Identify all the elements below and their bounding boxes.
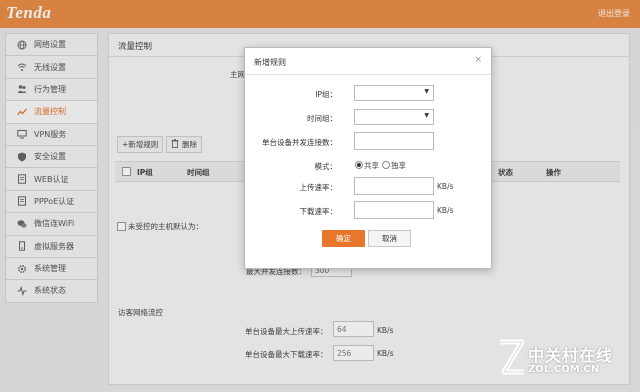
mode-shared-radio[interactable] bbox=[355, 161, 363, 169]
ip-group-select[interactable]: ▼ bbox=[354, 85, 434, 101]
dialog-title: 新增规则 bbox=[254, 58, 286, 67]
mode-exclusive-label: 独享 bbox=[391, 161, 406, 170]
time-group-label: 时间组： bbox=[307, 114, 337, 123]
max-conn-label: 单台设备并发连接数： bbox=[262, 138, 337, 147]
watermark-line2: ZOL.COM.CN bbox=[528, 364, 600, 375]
close-icon[interactable]: × bbox=[474, 55, 482, 65]
mode-label: 模式： bbox=[314, 162, 338, 171]
upload-unit-label: KB/s bbox=[437, 182, 454, 191]
zol-logo-icon bbox=[496, 338, 526, 380]
mode-exclusive-radio[interactable] bbox=[382, 161, 390, 169]
confirm-button[interactable]: 确定 bbox=[322, 230, 365, 247]
dialog-divider bbox=[245, 74, 491, 75]
caret-down-icon: ▼ bbox=[424, 88, 429, 95]
cancel-button[interactable]: 取消 bbox=[368, 230, 411, 247]
mode-shared-label: 共享 bbox=[364, 161, 379, 170]
download-rate-input[interactable] bbox=[354, 201, 434, 219]
upload-rate-label: 上传速率： bbox=[299, 183, 338, 192]
time-group-select[interactable]: ▼ bbox=[354, 109, 434, 125]
max-conn-input[interactable] bbox=[354, 132, 434, 150]
zol-watermark: 中关村在线 ZOL.COM.CN bbox=[494, 334, 634, 386]
download-unit-label: KB/s bbox=[437, 206, 454, 215]
caret-down-icon: ▼ bbox=[424, 112, 429, 119]
download-rate-label: 下载速率： bbox=[299, 207, 338, 216]
ip-group-label: IP组： bbox=[315, 90, 337, 99]
watermark-line1: 中关村在线 bbox=[528, 346, 614, 365]
upload-rate-input[interactable] bbox=[354, 177, 434, 195]
